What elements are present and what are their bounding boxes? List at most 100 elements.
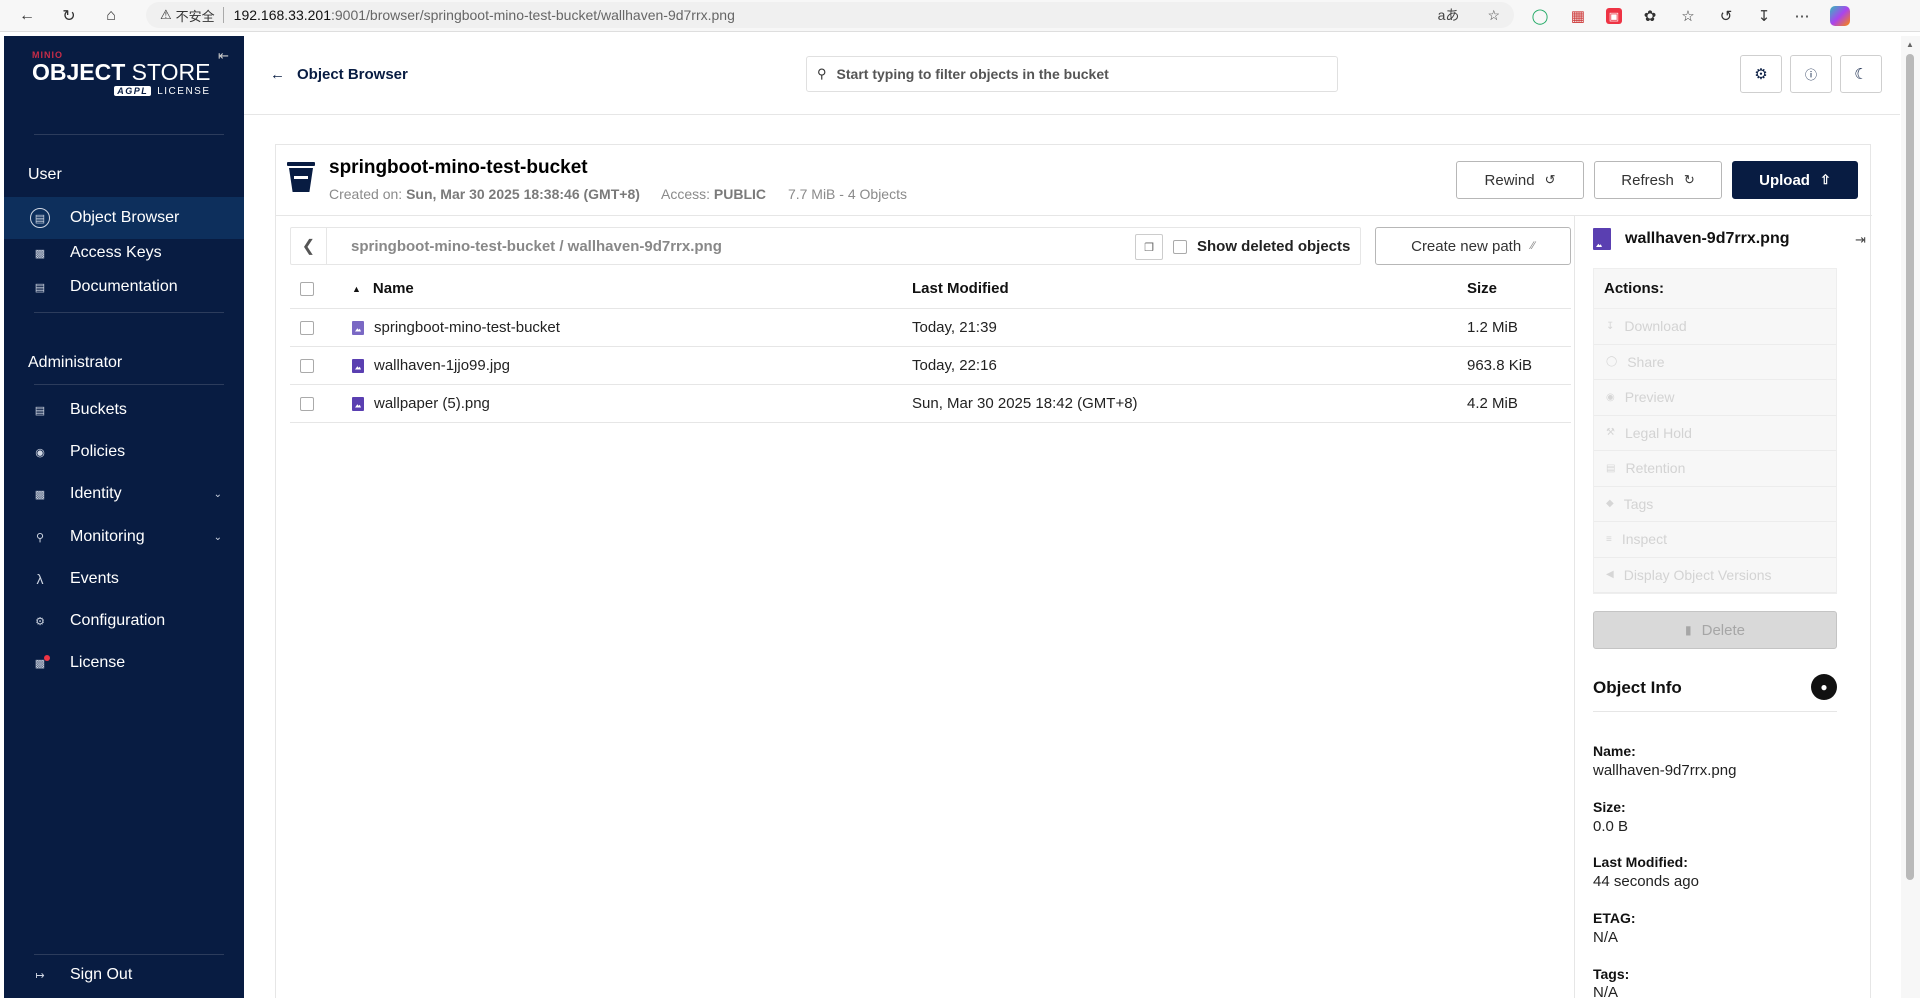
sidebar-item-license[interactable]: ▩ License [4,642,244,684]
collapse-sidebar-icon[interactable]: ⇤ [218,48,229,64]
select-all-checkbox[interactable] [300,281,314,296]
sidebar-item-events[interactable]: λ Events [4,558,244,600]
row-checkbox[interactable] [300,320,314,335]
download-action[interactable]: ↧ Download [1594,309,1836,345]
favorites-icon[interactable]: ☆ [1678,6,1698,26]
object-info-icon[interactable]: ● [1811,674,1837,700]
search-input[interactable] [836,66,1307,82]
created-value: Sun, Mar 30 2025 18:38:46 (GMT+8) [406,186,640,202]
column-size-label: Size [1467,280,1498,297]
column-modified-header[interactable]: Last Modified [912,269,1009,308]
refresh-button[interactable]: Refresh ↻ [1594,161,1722,199]
sidebar-item-monitoring[interactable]: ⚲ Monitoring ⌄ [4,516,244,558]
show-deleted-label: Show deleted objects [1197,238,1351,255]
object-filter-search[interactable]: ⚲ [806,56,1338,92]
row-size: 4.2 MiB [1467,395,1518,412]
row-modified: Today, 21:39 [912,319,997,336]
info-etag-label: ETAG: [1593,910,1636,926]
extension-shield-icon[interactable]: ◯ [1530,6,1550,26]
scrollbar-thumb[interactable] [1906,54,1914,880]
back-arrow-icon[interactable]: ← [12,2,42,30]
table-row[interactable]: springboot-mino-test-bucket Today, 21:39… [290,309,1571,347]
trash-icon: ▮ [1685,623,1692,637]
copy-icon: ❐ [1144,241,1154,254]
breadcrumb-back-button[interactable]: ❮ [291,228,327,264]
sidebar-item-policies[interactable]: ◉ Policies [4,431,244,473]
logo-object-store: OBJECT STORE [32,60,211,84]
show-deleted-checkbox[interactable] [1173,239,1187,254]
extension-grid-icon[interactable]: ▦ [1568,6,1588,26]
upload-button[interactable]: Upload ⇧ [1732,161,1858,199]
sidebar-item-documentation[interactable]: ▤ Documentation [4,266,244,308]
new-folder-icon: ∕∕ [1531,240,1535,252]
row-checkbox[interactable] [300,358,314,373]
read-aloud-icon[interactable]: aあ [1438,5,1460,25]
row-modified: Sun, Mar 30 2025 18:42 (GMT+8) [912,395,1138,412]
download-icon[interactable]: ↧ [1754,6,1774,26]
sign-out-icon: ↦ [35,969,45,982]
back-to-object-browser-link[interactable]: ← Object Browser [270,66,408,83]
delete-button[interactable]: ▮ Delete [1593,611,1837,649]
retention-icon: ▤ [1606,462,1616,474]
action-label: Retention [1625,460,1686,477]
sidebar-item-identity[interactable]: ▩ Identity ⌄ [4,473,244,515]
extensions-puzzle-icon[interactable]: ✿ [1640,6,1660,26]
create-new-path-button[interactable]: Create new path ∕∕ [1375,227,1571,265]
logo-license-line: AGPL LICENSE [32,86,211,97]
history-icon[interactable]: ↺ [1716,6,1736,26]
address-bar[interactable]: ⚠ 不安全 192.168.33.201:9001/browser/spring… [146,2,1514,28]
tags-action[interactable]: ◆ Tags [1594,487,1836,522]
copy-path-button[interactable]: ❐ [1135,234,1163,260]
legal-hold-action[interactable]: ⚒ Legal Hold [1594,416,1836,451]
page-scrollbar[interactable]: ▲ [1901,36,1920,998]
scroll-up-icon[interactable]: ▲ [1906,40,1914,49]
bucket-usage: 7.7 MiB - 4 Objects [787,186,907,202]
dark-mode-button[interactable]: ☾ [1840,55,1882,93]
sidebar-item-configuration[interactable]: ⚙ Configuration [4,600,244,642]
access-value: PUBLIC [713,186,767,202]
retention-action[interactable]: ▤ Retention [1594,451,1836,487]
home-icon[interactable]: ⌂ [96,2,126,30]
documentation-icon: ▤ [34,281,46,294]
object-info-title: Object Info [1593,678,1682,697]
share-action[interactable]: ◯ Share [1594,345,1836,380]
column-name-header[interactable]: ▲ Name [352,269,414,308]
back-link-label: Object Browser [297,66,408,83]
table-row[interactable]: wallhaven-1jjo99.jpg Today, 22:16 963.8 … [290,347,1571,385]
favorite-star-icon[interactable]: ☆ [1487,7,1500,24]
tag-icon: ◆ [1606,498,1614,510]
sidebar-item-label: Object Browser [70,209,180,226]
image-file-icon [352,358,364,373]
show-deleted-toggle[interactable]: Show deleted objects [1173,238,1350,255]
settings-button[interactable]: ⚙ [1740,55,1782,93]
rewind-button[interactable]: Rewind ↺ [1456,161,1584,199]
info-tags-label: Tags: [1593,966,1630,982]
insecure-label: 不安全 [175,8,215,24]
close-details-icon[interactable]: ⇥ [1855,232,1866,248]
bucket-name: springboot-mino-test-bucket [329,157,588,178]
action-label: Tags [1623,495,1654,512]
download-icon: ↧ [1606,320,1615,332]
row-checkbox[interactable] [300,396,314,411]
extension-red-icon[interactable]: ▣ [1606,8,1622,24]
preview-action[interactable]: ◉ Preview [1594,380,1836,416]
inspect-action[interactable]: ≡ Inspect [1594,522,1836,558]
copilot-icon[interactable] [1830,6,1850,26]
column-size-header[interactable]: Size [1467,269,1497,308]
reload-icon[interactable]: ↻ [54,2,84,30]
chevron-left-icon: ❮ [301,238,316,255]
sidebar-item-buckets[interactable]: ▤ Buckets [4,389,244,431]
moon-icon: ☾ [1854,66,1868,83]
breadcrumb-path[interactable]: springboot-mino-test-bucket / wallhaven-… [351,238,722,255]
versions-action[interactable]: ◀ Display Object Versions [1594,558,1836,593]
more-menu-icon[interactable]: ⋯ [1792,6,1812,26]
action-label: Download [1624,318,1687,335]
gear-icon: ⚙ [1754,66,1768,83]
top-bar: ← Object Browser ⚲ ⚙ ⓘ ☾ [244,36,1900,115]
sidebar-item-sign-out[interactable]: ↦ Sign Out [4,954,244,996]
row-size: 963.8 KiB [1467,357,1533,374]
help-button[interactable]: ⓘ [1790,55,1832,93]
policies-shield-icon: ◉ [35,446,45,459]
minio-logo: MINIO OBJECT STORE AGPL LICENSE [32,50,211,97]
table-row[interactable]: wallpaper (5).png Sun, Mar 30 2025 18:42… [290,385,1571,423]
